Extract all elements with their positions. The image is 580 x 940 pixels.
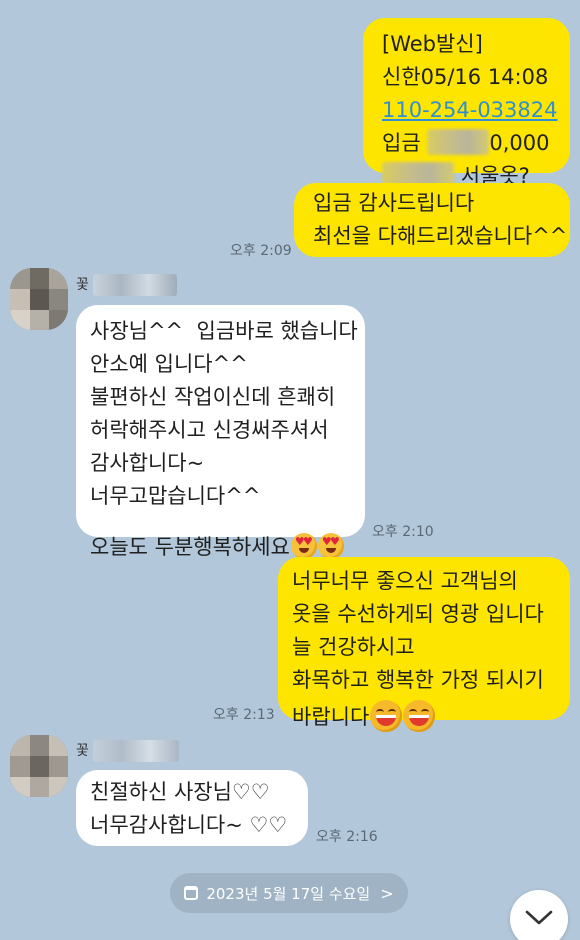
sender-name: 꽃	[76, 740, 180, 762]
message-text: 사장님^^ 입금바로 했습니다	[90, 319, 358, 343]
chat-screen: [Web발신] 신한05/16 14:08 110-254-033824 입금 …	[0, 0, 580, 940]
message-text: 너무고맙습니다^^	[90, 484, 261, 508]
message-timestamp: 오후 2:10	[372, 524, 434, 540]
smiling-face-with-heart-eyes-icon	[317, 533, 344, 559]
message-text: 입금 0,000	[382, 129, 550, 155]
message-text: 화목하고 행복한 가정 되시기	[292, 668, 544, 692]
smiling-face-with-heart-eyes-icon	[290, 533, 317, 559]
message-timestamp: 오후 2:09	[230, 243, 292, 259]
chevron-right-icon: >	[380, 883, 394, 903]
sender-name: 꽃	[76, 274, 178, 296]
redacted-sender-name	[93, 274, 178, 296]
message-text: 감사합니다~	[90, 451, 205, 475]
message-text: 입금 감사드립니다	[313, 191, 475, 215]
outgoing-message-bubble[interactable]: [Web발신] 신한05/16 14:08 110-254-033824 입금 …	[363, 18, 570, 188]
message-text: 옷을 수선하게되 영광 입니다	[292, 602, 544, 626]
incoming-message-bubble[interactable]: 친절하신 사장님♡♡ 너무감사합니다~ ♡♡	[76, 770, 308, 846]
message-text	[90, 513, 365, 531]
redacted-sender-name	[93, 740, 180, 762]
chevron-down-icon	[525, 910, 553, 925]
date-divider[interactable]: 2023년 5월 17일 수요일 >	[170, 873, 408, 913]
message-text: 최선을 다해드리겠습니다^^	[313, 224, 568, 248]
message-text: 친절하신 사장님♡♡	[90, 780, 270, 804]
outgoing-message-bubble[interactable]: 너무너무 좋으신 고객님의 옷을 수선하게되 영광 입니다 늘 건강하시고 화목…	[278, 557, 570, 732]
calendar-icon	[184, 886, 199, 900]
scroll-to-bottom-button[interactable]	[510, 890, 568, 940]
message-text: 너무너무 좋으신 고객님의	[292, 569, 518, 593]
grinning-squinting-face-icon	[403, 700, 436, 732]
avatar[interactable]	[10, 735, 68, 797]
account-number-link[interactable]: 110-254-033824	[382, 94, 558, 127]
message-timestamp: 오후 2:13	[213, 707, 275, 723]
message-text: 안소예 입니다^^	[90, 352, 248, 376]
message-text: 불편하신 작업이신데 흔쾌히	[90, 385, 336, 409]
outgoing-message-bubble[interactable]: 입금 감사드립니다 최선을 다해드리겠습니다^^	[294, 183, 570, 257]
avatar[interactable]	[10, 268, 68, 330]
message-timestamp: 오후 2:16	[316, 829, 378, 845]
message-text: [Web발신]	[382, 32, 483, 56]
redacted-amount	[427, 129, 490, 155]
message-text: 늘 건강하시고	[292, 635, 415, 659]
grinning-squinting-face-icon	[370, 700, 403, 732]
incoming-message-bubble[interactable]: 사장님^^ 입금바로 했습니다 안소예 입니다^^ 불편하신 작업이신데 흔쾌히…	[76, 305, 365, 559]
message-text: 신한05/16 14:08	[382, 65, 549, 89]
message-text: 바랍니다	[292, 700, 570, 734]
date-divider-label: 2023년 5월 17일 수요일	[206, 884, 371, 903]
message-text: 너무감사합니다~ ♡♡	[90, 813, 288, 837]
message-text: 허락해주시고 신경써주셔서	[90, 418, 329, 442]
